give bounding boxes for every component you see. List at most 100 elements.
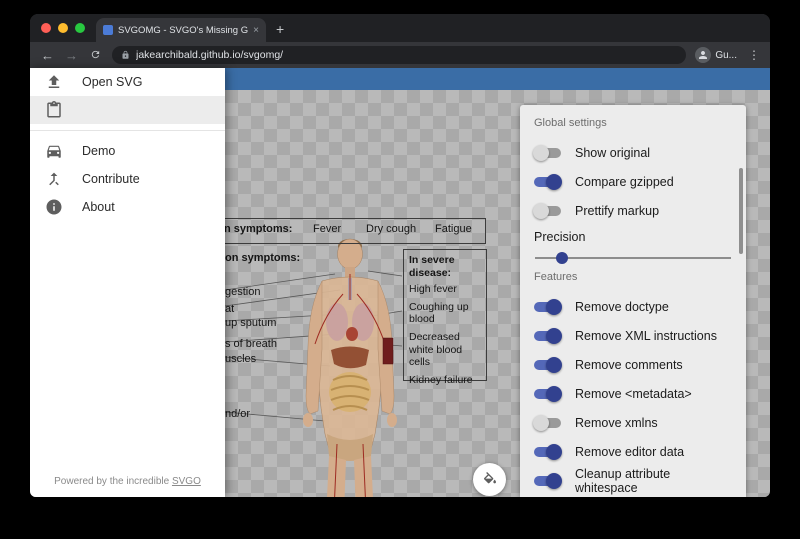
info-icon (46, 199, 62, 215)
precision-setting: Precision (534, 230, 732, 264)
minimize-window-button[interactable] (58, 23, 68, 33)
toggle-remove-xmlns[interactable] (533, 414, 561, 431)
global-settings-heading: Global settings (534, 117, 607, 129)
setting-remove-xml-instructions[interactable]: Remove XML instructions (534, 321, 732, 350)
person-icon (699, 51, 708, 59)
setting-remove-comments[interactable]: Remove comments (534, 350, 732, 379)
severe-disease-box: In severe disease: High fever Coughing u… (403, 249, 487, 386)
severe-item: Kidney failure (409, 373, 473, 386)
drawer-item-label: Demo (82, 144, 116, 158)
setting-compare-gzipped[interactable]: Compare gzipped (534, 167, 732, 196)
lock-icon (122, 50, 129, 59)
setting-label: Remove doctype (575, 299, 669, 314)
clipboard-icon (47, 101, 61, 118)
severe-heading: In severe disease: (409, 254, 455, 279)
drawer-divider (30, 130, 225, 131)
profile-chip[interactable]: Gu... (695, 47, 737, 63)
reload-icon[interactable] (88, 49, 103, 62)
address-bar[interactable]: jakearchibald.github.io/svgomg/ (112, 46, 687, 64)
left-symptom: s of breath (225, 338, 277, 350)
paint-bucket-icon (483, 471, 496, 483)
zoom-window-button[interactable] (75, 23, 85, 33)
setting-label: Remove comments (575, 357, 683, 372)
tab-title: SVGOMG - SVGO's Missing GI (118, 24, 249, 36)
left-symptom: up sputum (225, 317, 277, 329)
close-window-button[interactable] (41, 23, 51, 33)
upload-icon (48, 75, 60, 88)
menu-kebab-icon[interactable]: ⋮ (748, 48, 760, 62)
tab-close-icon[interactable]: × (253, 25, 259, 36)
drawer-item-contribute[interactable]: Contribute (30, 165, 225, 193)
anatomy-illustration (303, 238, 397, 497)
svgo-link[interactable]: SVGO (172, 476, 201, 487)
setting-label: Show original (575, 145, 651, 160)
footer-text: Powered by the incredible (54, 476, 172, 487)
left-symptom: gestion (225, 286, 261, 298)
tab-favicon-icon (103, 25, 113, 35)
back-icon[interactable]: ← (40, 49, 55, 62)
setting-label: Prettify markup (575, 203, 660, 218)
setting-remove-metadata[interactable]: Remove <metadata> (534, 379, 732, 408)
browser-tab[interactable]: SVGOMG - SVGO's Missing GI × (96, 18, 266, 42)
setting-show-original[interactable]: Show original (533, 138, 732, 167)
url-text: jakearchibald.github.io/svgomg/ (136, 49, 284, 61)
features-heading: Features (534, 271, 578, 283)
symptom-fever: Fever (313, 223, 342, 235)
precision-slider[interactable] (535, 252, 731, 264)
setting-label: Remove xmlns (575, 415, 658, 430)
window-controls (41, 23, 85, 33)
toggle-remove-editor-data[interactable] (534, 443, 562, 460)
severe-item: Decreased white blood cells (409, 330, 463, 369)
drawer-footer: Powered by the incredible SVGO (30, 476, 225, 487)
panel-scrollbar[interactable] (739, 168, 743, 254)
symptom-dry-cough: Dry cough (366, 223, 417, 235)
demo-icon (47, 145, 61, 158)
drawer-item-open-svg[interactable]: Open SVG (30, 68, 225, 96)
contribute-icon (49, 172, 59, 186)
left-symptoms-heading: on symptoms: (225, 252, 301, 264)
new-tab-button[interactable]: + (276, 22, 284, 36)
setting-label: Remove editor data (575, 444, 685, 459)
drawer-item-label: Open SVG (82, 75, 143, 89)
setting-label: Remove <metadata> (575, 386, 692, 401)
background-toggle-button[interactable] (473, 463, 506, 496)
slider-thumb[interactable] (556, 252, 569, 264)
browser-window: SVGOMG - SVGO's Missing GI × + ← → jakea… (30, 14, 770, 497)
left-symptom: nd/or (225, 408, 251, 420)
setting-cleanup-attribute-whitespace[interactable]: Cleanup attribute whitespace (534, 466, 732, 495)
drawer-item-label: Contribute (82, 172, 140, 186)
symptom-fatigue: Fatigue (435, 223, 472, 235)
drawer-item-label: About (82, 200, 115, 214)
toggle-remove-comments[interactable] (534, 356, 562, 373)
browser-toolbar: ← → jakearchibald.github.io/svgomg/ Gu..… (30, 42, 770, 68)
toggle-remove-metadata[interactable] (534, 385, 562, 402)
drawer-item-about[interactable]: About (30, 193, 225, 221)
avatar (695, 47, 712, 63)
setting-remove-doctype[interactable]: Remove doctype (534, 292, 732, 321)
drawer-item-paste-markup[interactable] (30, 96, 225, 124)
nav-drawer: Open SVG Demo Contribute About Powered b… (30, 68, 225, 497)
severe-item: Coughing up blood (409, 300, 469, 326)
toggle-show-original[interactable] (533, 144, 561, 161)
toggle-remove-xml-instructions[interactable] (534, 327, 562, 344)
profile-name: Gu... (715, 49, 737, 61)
left-symptom: uscles (225, 353, 257, 365)
precision-label: Precision (534, 230, 586, 244)
setting-remove-editor-data[interactable]: Remove editor data (534, 437, 732, 466)
svg-preview: n symptoms: Fever Dry cough Fatigue on s… (200, 216, 492, 497)
tab-bar: SVGOMG - SVGO's Missing GI × + (30, 14, 770, 42)
toggle-remove-doctype[interactable] (534, 298, 562, 315)
settings-panel: Global settings Show original Compare gz… (520, 105, 746, 497)
forward-icon[interactable]: → (64, 49, 79, 62)
setting-label: Cleanup attribute whitespace (575, 466, 671, 495)
left-symptom: at (225, 303, 235, 315)
setting-label: Compare gzipped (575, 174, 674, 189)
setting-prettify-markup[interactable]: Prettify markup (533, 196, 732, 225)
toggle-prettify-markup[interactable] (533, 202, 561, 219)
setting-label: Remove XML instructions (575, 328, 717, 343)
toggle-cleanup-attribute-whitespace[interactable] (534, 472, 562, 489)
drawer-item-demo[interactable]: Demo (30, 137, 225, 165)
severe-item: High fever (409, 283, 457, 296)
toggle-compare-gzipped[interactable] (534, 173, 562, 190)
setting-remove-xmlns[interactable]: Remove xmlns (533, 408, 732, 437)
